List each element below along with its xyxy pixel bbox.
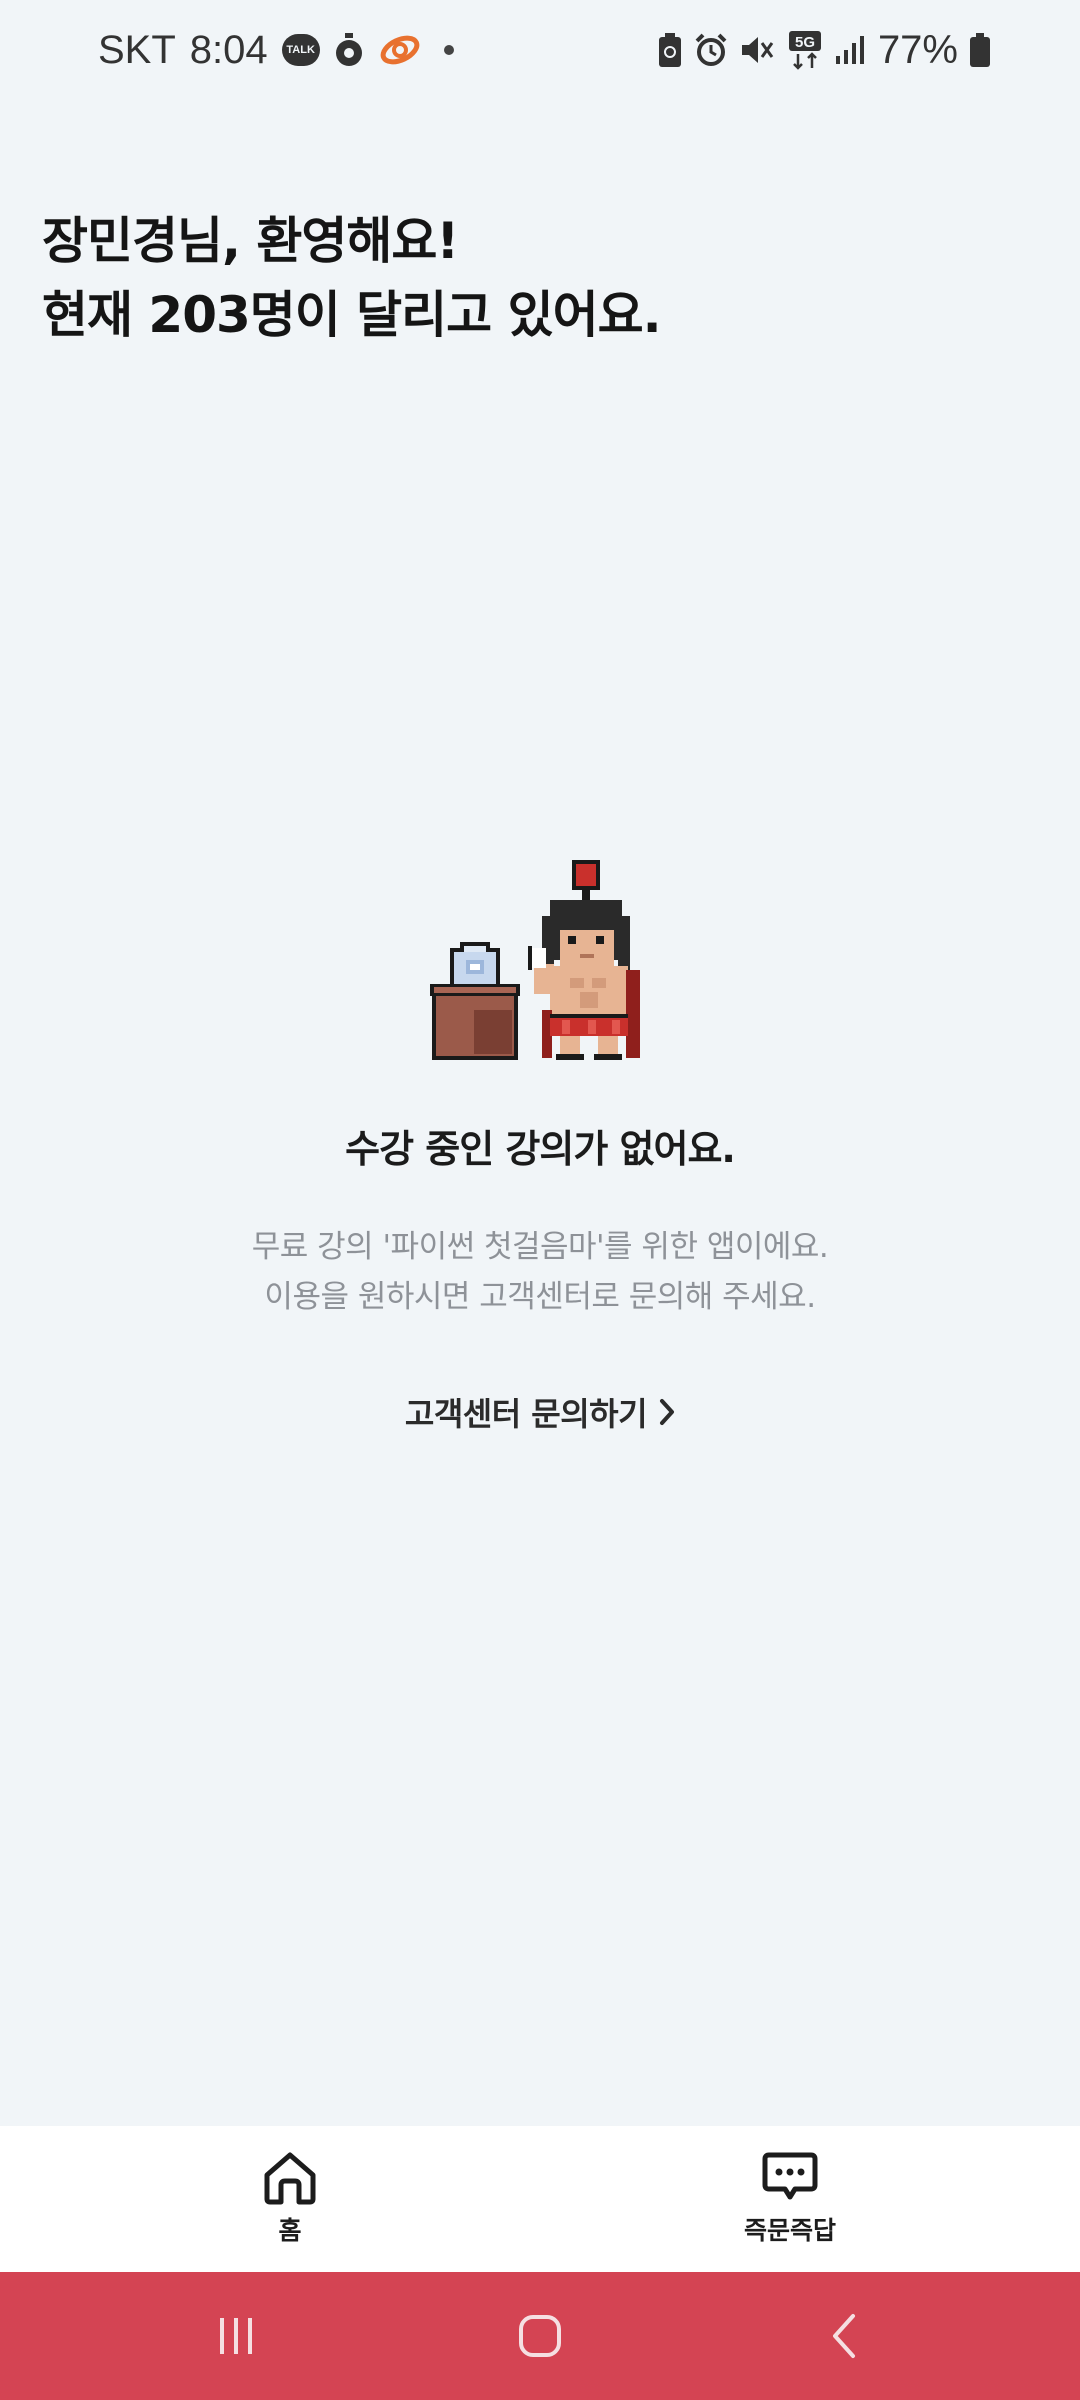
signal-icon: [834, 34, 866, 66]
orbit-app-icon: [378, 30, 422, 70]
empty-state-desc-line1: 무료 강의 '파이썬 첫걸음마'를 위한 앱이에요.: [251, 1229, 829, 1265]
status-right: 5G 77%: [658, 22, 990, 78]
greeting-running-count: 현재 203명이 달리고 있어요.: [42, 286, 662, 344]
notification-dot: [443, 45, 454, 55]
talk-badge: TALK: [281, 34, 320, 66]
alarm-icon: [694, 33, 728, 67]
status-bar: SKT 8:04 TALK 5G 77%: [0, 0, 1080, 100]
home-circle-icon: [517, 2313, 563, 2359]
recents-icon: [214, 2314, 258, 2358]
time-label: 8:04: [189, 27, 268, 72]
tab-home-label: 홈: [278, 2216, 302, 2245]
spartan-mascot-illustration: [430, 860, 640, 1060]
battery-percent: 77%: [877, 27, 958, 72]
system-nav-bar: [0, 2272, 1080, 2400]
timer-icon: [334, 32, 364, 68]
back-icon: [829, 2312, 859, 2360]
status-left: SKT 8:04 TALK: [98, 22, 454, 78]
battery-saver-icon: [658, 33, 682, 67]
chat-icon: [761, 2151, 819, 2205]
tab-qna[interactable]: 즉문즉답: [690, 2126, 890, 2272]
empty-state-title: 수강 중인 강의가 없어요.: [345, 1127, 736, 1171]
customer-center-link[interactable]: 고객센터 문의하기: [380, 1382, 700, 1442]
battery-icon: [970, 33, 990, 67]
system-home-button[interactable]: [490, 2296, 590, 2376]
customer-center-link-label: 고객센터 문의하기: [404, 1395, 648, 1433]
carrier-label: SKT: [98, 27, 176, 72]
chevron-right-icon: [659, 1398, 675, 1426]
mute-icon: [740, 33, 776, 67]
tab-qna-label: 즉문즉답: [743, 2216, 836, 2245]
network-label: 5G: [795, 34, 815, 51]
bottom-tab-bar: 홈 즉문즉답: [0, 2126, 1080, 2272]
network-5g-icon: 5G: [788, 30, 822, 70]
home-icon: [261, 2151, 319, 2205]
kakaotalk-icon: TALK: [281, 34, 320, 66]
recents-button[interactable]: [186, 2296, 286, 2376]
greeting: 장민경님, 환영해요! 현재 203명이 달리고 있어요.: [42, 204, 1042, 352]
empty-state-desc-line2: 이용을 원하시면 고객센터로 문의해 주세요.: [264, 1279, 816, 1315]
greeting-welcome: 장민경님, 환영해요!: [42, 212, 459, 270]
tab-home[interactable]: 홈: [190, 2126, 390, 2272]
empty-state-description: 무료 강의 '파이썬 첫걸음마'를 위한 앱이에요. 이용을 원하시면 고객센터…: [0, 1222, 1080, 1322]
back-button[interactable]: [794, 2296, 894, 2376]
